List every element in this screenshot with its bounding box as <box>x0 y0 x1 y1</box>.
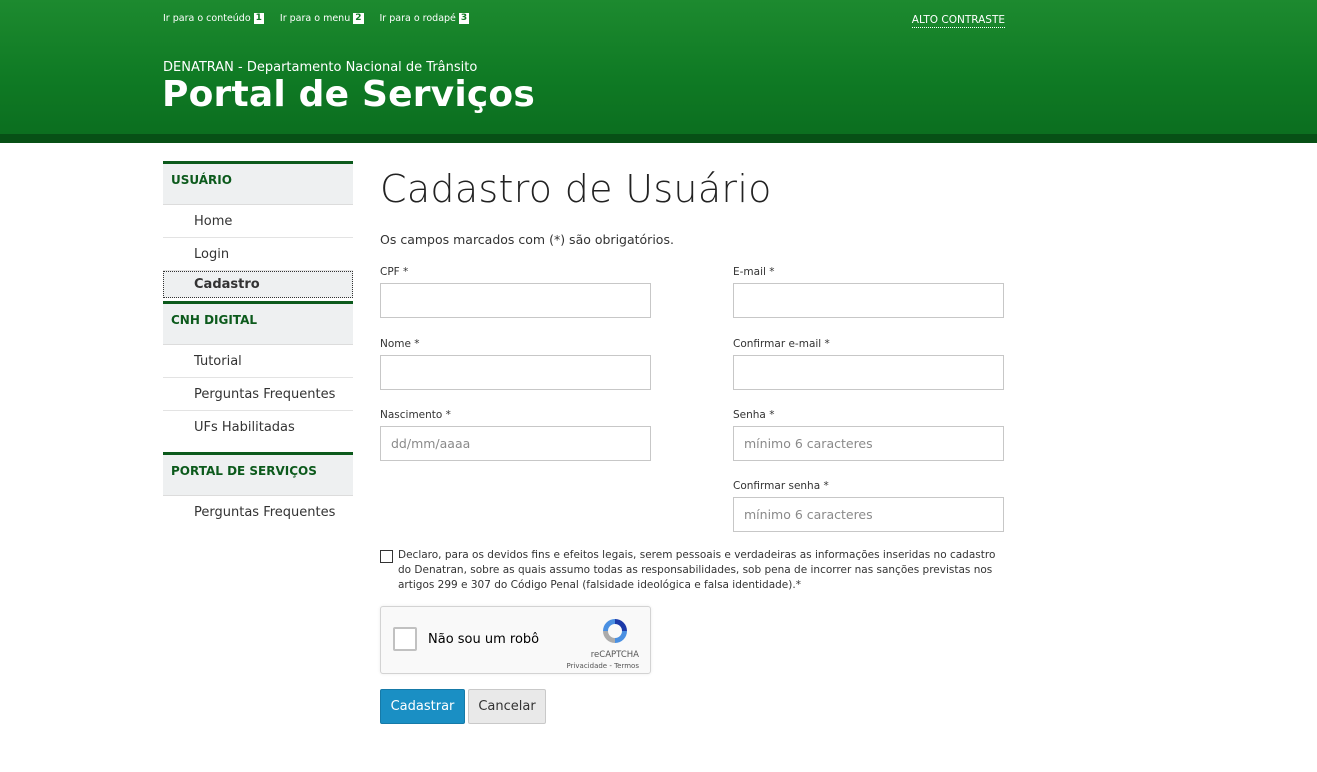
high-contrast-link[interactable]: ALTO CONTRASTE <box>911 14 1005 28</box>
menu-header-portal: PORTAL DE SERVIÇOS <box>163 452 353 496</box>
nome-field-group: Nome * <box>380 338 651 390</box>
declaration-checkbox[interactable] <box>380 550 393 563</box>
recaptcha-label: Não sou um robô <box>428 632 540 647</box>
cpf-input[interactable] <box>380 283 651 318</box>
site-header: Ir para o conteúdo 1 Ir para o menu 2 Ir… <box>0 0 1317 143</box>
email-input[interactable] <box>733 283 1004 318</box>
skip-to-menu-link[interactable]: Ir para o menu 2 <box>280 13 364 24</box>
confirm-email-input[interactable] <box>733 355 1004 390</box>
menu-section-usuario: USUÁRIO Home Login Cadastro <box>163 161 353 298</box>
recaptcha-widget: Não sou um robô reCAPTCHA Privacidade - … <box>380 606 651 674</box>
skip-to-content-link[interactable]: Ir para o conteúdo 1 <box>163 13 264 24</box>
sidebar-item-home[interactable]: Home <box>163 205 353 238</box>
sidebar-item-faq[interactable]: Perguntas Frequentes <box>163 378 353 411</box>
email-field-group: E-mail * <box>733 266 1004 318</box>
sidebar-menu: USUÁRIO Home Login Cadastro CNH DIGITAL … <box>163 161 353 529</box>
recaptcha-brand: reCAPTCHA <box>590 650 639 660</box>
sidebar-item-cadastro[interactable]: Cadastro <box>163 271 353 298</box>
recaptcha-links[interactable]: Privacidade - Termos <box>566 662 639 670</box>
menu-section-cnh-digital: CNH DIGITAL Tutorial Perguntas Frequente… <box>163 301 353 444</box>
confirm-senha-input[interactable] <box>733 497 1004 532</box>
skip-links: Ir para o conteúdo 1 Ir para o menu 2 Ir… <box>163 13 470 24</box>
email-label: E-mail * <box>733 266 775 278</box>
sidebar-item-ufs[interactable]: UFs Habilitadas <box>163 411 353 444</box>
nome-input[interactable] <box>380 355 651 390</box>
cpf-field-group: CPF * <box>380 266 651 318</box>
skip-to-footer-link[interactable]: Ir para o rodapé 3 <box>380 13 470 24</box>
cancel-button[interactable]: Cancelar <box>468 689 546 724</box>
nome-label: Nome * <box>380 338 420 350</box>
menu-header-cnh-digital: CNH DIGITAL <box>163 301 353 345</box>
site-subtitle: DENATRAN - Departamento Nacional de Trân… <box>163 60 478 75</box>
declaration-group: Declaro, para os devidos fins e efeitos … <box>380 548 1008 593</box>
senha-label: Senha * <box>733 409 775 421</box>
nascimento-field-group: Nascimento * <box>380 409 651 461</box>
nascimento-label: Nascimento * <box>380 409 451 421</box>
recaptcha-logo-icon <box>603 619 627 643</box>
menu-header-usuario: USUÁRIO <box>163 161 353 205</box>
header-bottom-bar <box>0 134 1317 143</box>
sidebar-item-tutorial[interactable]: Tutorial <box>163 345 353 378</box>
declaration-text: Declaro, para os devidos fins e efeitos … <box>398 549 996 591</box>
menu-section-portal: PORTAL DE SERVIÇOS Perguntas Frequentes <box>163 452 353 529</box>
site-title[interactable]: Portal de Serviços <box>162 74 535 115</box>
senha-input[interactable] <box>733 426 1004 461</box>
submit-button[interactable]: Cadastrar <box>380 689 465 724</box>
confirm-senha-field-group: Confirmar senha * <box>733 480 1004 532</box>
nascimento-input[interactable] <box>380 426 651 461</box>
page-title: Cadastro de Usuário <box>380 167 772 211</box>
recaptcha-checkbox[interactable] <box>393 627 417 651</box>
senha-field-group: Senha * <box>733 409 1004 461</box>
confirm-senha-label: Confirmar senha * <box>733 480 829 492</box>
sidebar-item-portal-faq[interactable]: Perguntas Frequentes <box>163 496 353 529</box>
confirm-email-field-group: Confirmar e-mail * <box>733 338 1004 390</box>
sidebar-item-login[interactable]: Login <box>163 238 353 271</box>
required-fields-note: Os campos marcados com (*) são obrigatór… <box>380 232 674 247</box>
cpf-label: CPF * <box>380 266 409 278</box>
confirm-email-label: Confirmar e-mail * <box>733 338 830 350</box>
